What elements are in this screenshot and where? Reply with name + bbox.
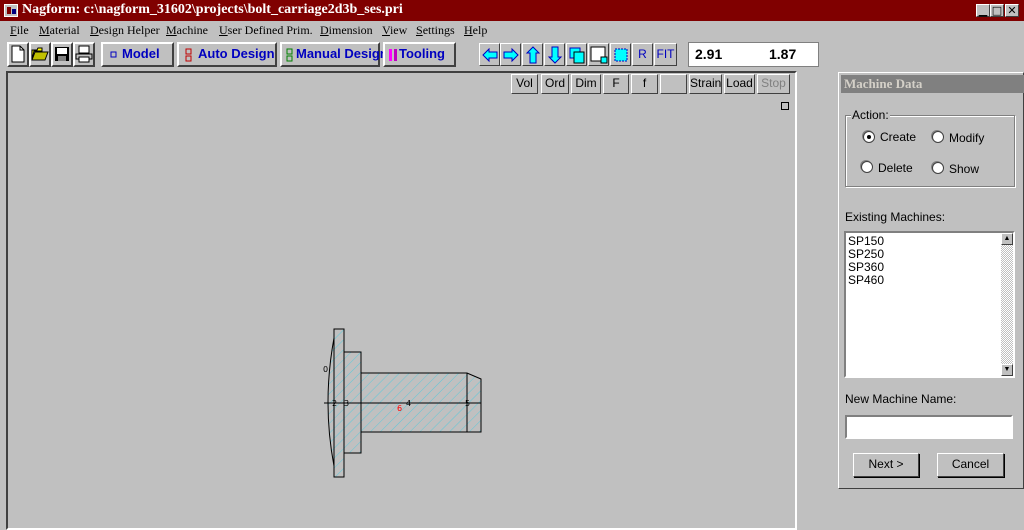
stop-button[interactable]: Stop <box>757 74 790 94</box>
f-lower-button[interactable]: f <box>631 74 658 94</box>
menu-material[interactable]: Material <box>39 23 80 38</box>
redraw-button[interactable]: R <box>632 43 653 66</box>
menu-help[interactable]: Help <box>464 23 487 38</box>
arrow-right-icon <box>503 47 519 63</box>
save-button[interactable] <box>51 42 73 67</box>
show-label: Show <box>949 162 980 176</box>
tooling-button[interactable]: Tooling <box>383 42 456 67</box>
close-icon: ✕ <box>1007 4 1017 17</box>
title-bar: Nagform: c:\nagform_31602\projects\bolt_… <box>0 0 1024 21</box>
create-label: Create <box>880 130 917 144</box>
menu-file[interactable]: File <box>10 23 29 38</box>
list-scrollbar[interactable]: ▲ ▼ <box>1001 233 1013 376</box>
strain-button[interactable]: Strain <box>689 74 722 94</box>
point-label-4: 4 <box>406 399 411 408</box>
coord-y: 1.87 <box>769 46 797 62</box>
manual-design-icon <box>285 48 295 62</box>
modify-label: Modify <box>949 131 985 145</box>
action-label: Action: <box>851 108 890 122</box>
auto-design-icon <box>184 48 194 62</box>
menu-settings[interactable]: Settings <box>416 23 455 38</box>
zoom-in-button[interactable] <box>566 43 587 66</box>
next-button[interactable]: Next > <box>853 453 919 477</box>
coord-x: 2.91 <box>695 46 723 62</box>
zoom-out-icon <box>590 46 608 64</box>
model-label: Model <box>122 46 160 61</box>
point-label-3: 3 <box>344 399 349 408</box>
arrow-up-icon <box>525 46 541 64</box>
point-label-6: 6 <box>397 404 402 413</box>
open-folder-icon <box>31 47 49 61</box>
zoom-out-button[interactable] <box>588 43 609 66</box>
menu-dimension[interactable]: Dimension <box>320 23 373 38</box>
new-file-icon <box>11 45 25 63</box>
machines-listbox[interactable]: SP150 SP250 SP360 SP460 ▲ ▼ <box>844 231 1015 378</box>
part-drawing[interactable]: 0 2 3 4 5 6 <box>300 320 500 490</box>
new-machine-name-input[interactable] <box>845 415 1013 439</box>
fit-button[interactable]: FIT <box>654 43 677 66</box>
arrow-left-icon <box>482 47 498 63</box>
pan-up-button[interactable] <box>522 43 543 66</box>
vol-button[interactable]: Vol <box>511 74 538 94</box>
auto-design-label: Auto Design <box>198 46 275 61</box>
minimize-icon: ▁ <box>978 4 988 17</box>
tooling-label: Tooling <box>399 46 445 61</box>
scroll-up-arrow-icon[interactable]: ▲ <box>1001 233 1013 245</box>
list-item[interactable]: SP460 <box>848 274 884 287</box>
pan-down-button[interactable] <box>544 43 565 66</box>
save-disk-icon <box>55 47 69 61</box>
model-icon <box>108 48 118 62</box>
manual-design-button[interactable]: Manual Design <box>280 42 388 67</box>
toolbar: Model Auto Design Manual Design Tooling … <box>0 39 1024 70</box>
show-radio[interactable] <box>932 162 944 174</box>
auto-design-button[interactable]: Auto Design <box>177 42 277 67</box>
point-label-2: 2 <box>332 399 337 408</box>
point-label-0: 0 <box>323 365 328 374</box>
tooling-icon <box>388 48 398 62</box>
panel-title: Machine Data <box>841 75 1024 93</box>
coordinate-readout: 2.91 1.87 <box>688 42 819 67</box>
maximize-icon: □ <box>991 4 1003 17</box>
model-button[interactable]: Model <box>101 42 174 67</box>
ord-button[interactable]: Ord <box>541 74 569 94</box>
zoom-window-icon <box>614 48 628 62</box>
point-label-5: 5 <box>465 399 470 408</box>
new-file-button[interactable] <box>7 42 29 67</box>
menu-design-helper[interactable]: Design Helper <box>90 23 160 38</box>
blank-button[interactable] <box>660 74 687 94</box>
open-button[interactable] <box>29 42 51 67</box>
delete-label: Delete <box>878 161 913 175</box>
modify-radio[interactable] <box>932 131 944 143</box>
menu-user-defined-prim[interactable]: User Defined Prim. <box>219 23 313 38</box>
print-button[interactable] <box>73 42 95 67</box>
existing-machines-label: Existing Machines: <box>845 210 946 224</box>
pan-left-button[interactable] <box>479 43 500 66</box>
menu-bar: File Material Design Helper Machine User… <box>0 21 1024 39</box>
dim-button[interactable]: Dim <box>571 74 601 94</box>
menu-machine[interactable]: Machine <box>166 23 208 38</box>
action-groupbox <box>845 115 1015 187</box>
cancel-button[interactable]: Cancel <box>937 453 1004 477</box>
arrow-down-icon <box>547 46 563 64</box>
app-icon[interactable] <box>4 4 18 17</box>
new-machine-name-label: New Machine Name: <box>845 392 957 406</box>
create-radio[interactable] <box>863 131 875 143</box>
minimize-button[interactable]: ▁ <box>976 4 990 17</box>
load-button[interactable]: Load <box>724 74 755 94</box>
menu-view[interactable]: View <box>382 23 407 38</box>
canvas-maximize-box[interactable] <box>781 102 789 110</box>
zoom-in-icon <box>569 47 585 64</box>
print-icon <box>75 45 93 63</box>
delete-radio[interactable] <box>861 161 873 173</box>
f-upper-button[interactable]: F <box>603 74 629 94</box>
scroll-down-arrow-icon[interactable]: ▼ <box>1001 364 1013 376</box>
zoom-window-button[interactable] <box>610 43 631 66</box>
maximize-button[interactable]: □ <box>990 4 1004 17</box>
close-button[interactable]: ✕ <box>1005 4 1019 17</box>
window-title: Nagform: c:\nagform_31602\projects\bolt_… <box>22 2 403 17</box>
pan-right-button[interactable] <box>500 43 521 66</box>
manual-design-label: Manual Design <box>296 46 388 61</box>
